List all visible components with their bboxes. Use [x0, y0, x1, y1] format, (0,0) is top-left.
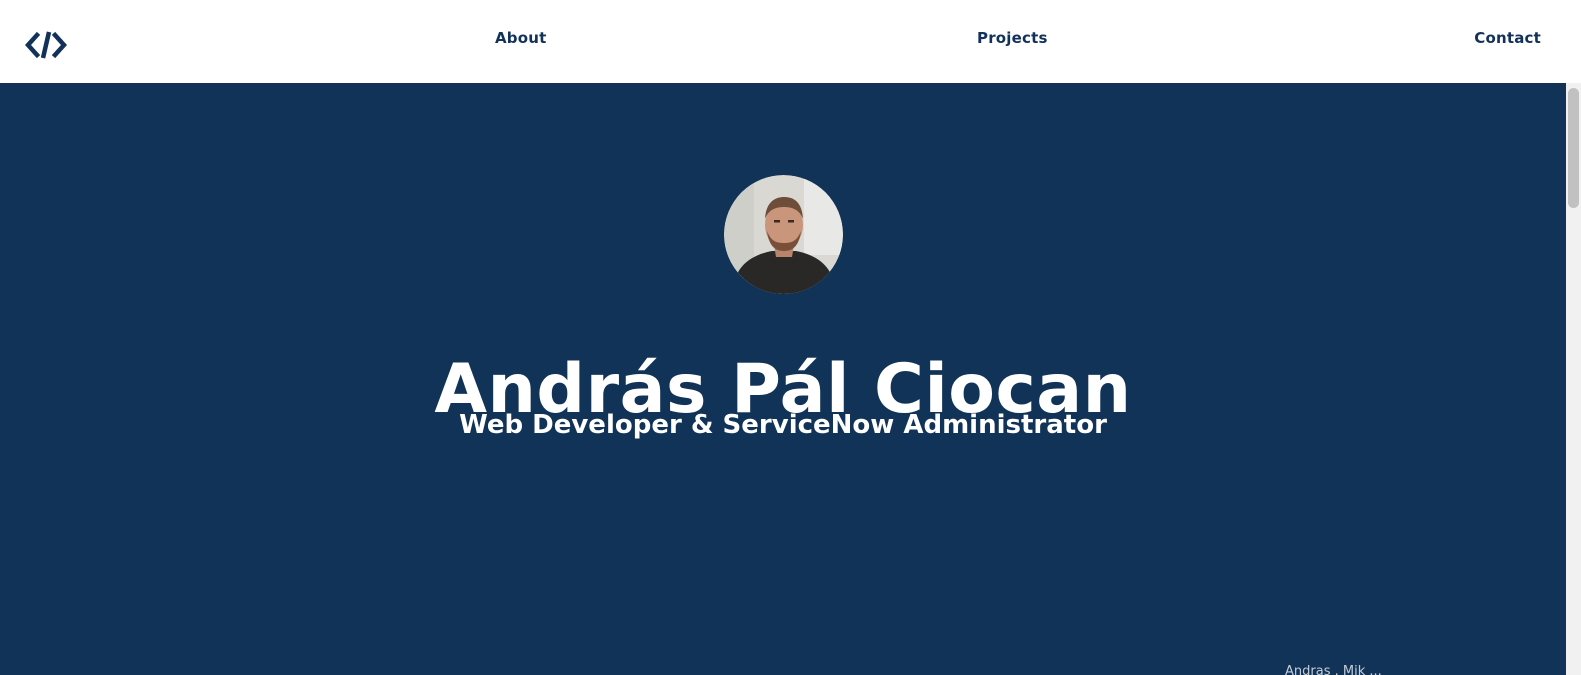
nav-link-projects[interactable]: Projects	[977, 28, 1048, 48]
scrollbar-thumb[interactable]	[1568, 88, 1579, 208]
hero-corner-text: Andras . Mik ...	[1285, 664, 1382, 675]
top-navbar: About Projects Contact	[0, 0, 1566, 83]
portfolio-page: About Projects Contact András Pál Ciocan	[0, 0, 1581, 675]
scroll-gutter	[1566, 0, 1581, 83]
hero-section: András Pál Ciocan Web Developer & Servic…	[0, 83, 1566, 675]
nav-link-contact[interactable]: Contact	[1474, 28, 1541, 48]
profile-avatar	[724, 175, 843, 294]
code-brackets-icon[interactable]	[25, 29, 67, 61]
hero-subtitle: Web Developer & ServiceNow Administrator	[459, 409, 1107, 440]
nav-link-about[interactable]: About	[495, 28, 547, 48]
